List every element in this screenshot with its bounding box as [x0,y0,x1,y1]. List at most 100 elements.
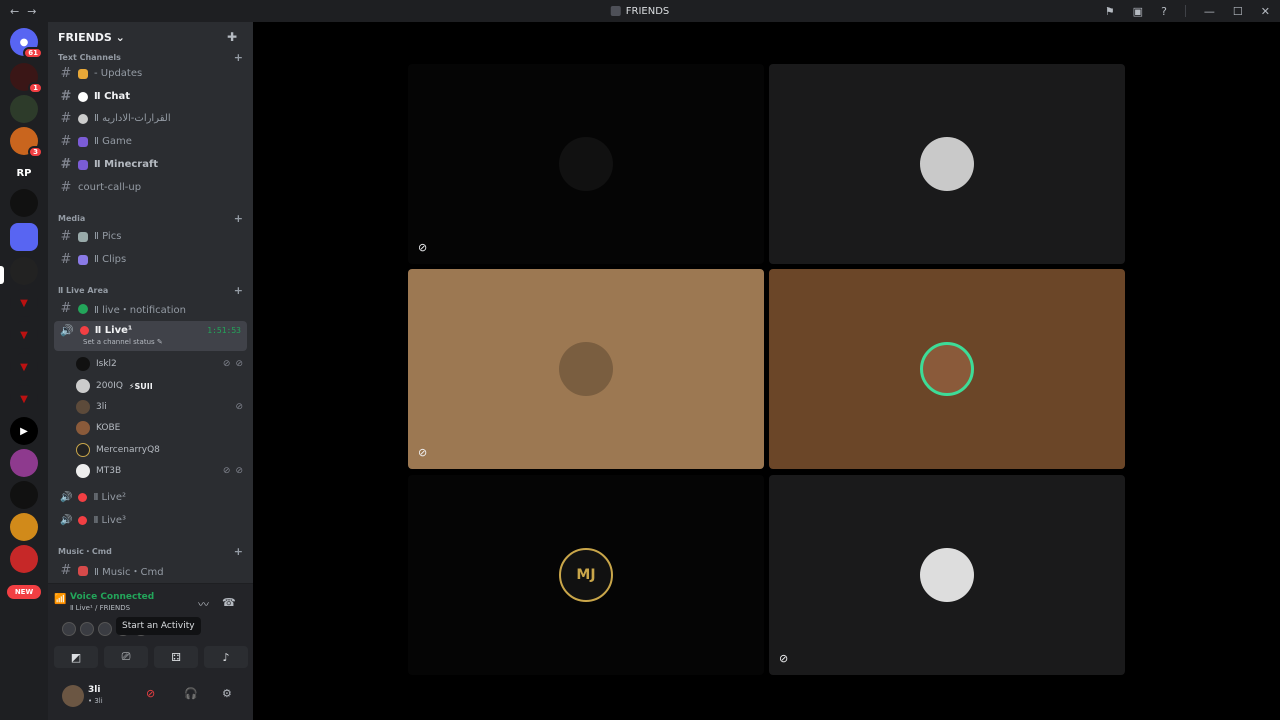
server-icon[interactable] [10,257,38,285]
help-icon[interactable]: ? [1161,5,1167,18]
divider [1184,5,1186,17]
server-icon[interactable]: 3 [10,127,43,158]
server-folder[interactable] [10,223,38,251]
gamepad-icon [78,136,88,147]
red-dot-icon [79,326,89,335]
server-icon[interactable]: 1 [10,63,43,94]
music-icon [78,565,88,576]
channel-decisions[interactable]: # Ⅱ القرارات-الاداريه [54,108,247,129]
settings-icon[interactable]: ⚙ [222,687,232,700]
muted-mic-icon: ⊘ [222,359,231,369]
hash-icon: # [60,66,72,81]
hash-icon: # [60,563,72,578]
participant-tile[interactable]: ⊘ [769,475,1125,675]
channel-chat[interactable]: # Ⅱ Chat [54,86,247,107]
hash-icon: # [60,134,72,149]
image-icon [78,231,88,242]
mute-mic-icon[interactable]: ⊘ [146,687,155,700]
voice-member[interactable]: MT3B ⊘ ⊘ [76,461,243,481]
muted-mic-icon: ⊘ [418,446,428,459]
server-icon[interactable] [10,545,38,573]
participant-tile[interactable] [769,64,1125,264]
server-icon[interactable]: ▼ [10,353,38,381]
speaker-icon: 🔊 [60,492,73,503]
headphones-icon[interactable]: 🎧 [184,687,198,700]
participant-tile[interactable]: ⊘ [408,269,764,469]
minimize-button[interactable]: — [1204,5,1215,18]
channel-music-cmd[interactable]: # Ⅱ Music・Cmd [54,560,247,581]
voice-member[interactable]: MercenarryQ8 [76,440,243,460]
add-channel-icon[interactable]: + [234,212,243,225]
voice-channel-live2[interactable]: 🔊 Ⅱ Live² [54,487,247,508]
channel-court[interactable]: # court-call-up [54,177,247,198]
voice-channel-live1[interactable]: 🔊 Ⅱ Live¹ 1:51:53 Set a channel status ✎ [54,321,247,351]
avatar [80,622,94,636]
avatar[interactable] [62,685,84,707]
server-icon[interactable]: ▼ [10,385,38,413]
forward-icon[interactable]: → [27,5,36,18]
server-icon[interactable] [10,449,38,477]
voice-member[interactable]: Iskl2 ⊘ ⊘ [76,354,243,374]
voice-member[interactable]: 3li ⊘ [76,397,243,417]
home-button[interactable]: ● 61 [10,28,43,59]
channel-clips[interactable]: # Ⅱ Clips [54,249,247,270]
close-button[interactable]: ✕ [1261,5,1270,18]
speech-icon [78,113,88,124]
participant-avatar [920,548,974,602]
server-icon[interactable]: ▶ [10,417,38,445]
new-badge: NEW [7,585,41,599]
screen-icon[interactable]: ▣ [1133,5,1143,18]
back-icon[interactable]: ← [10,5,19,18]
participant-tile[interactable] [769,269,1125,469]
server-icon[interactable] [10,189,38,217]
add-channel-icon[interactable]: + [234,284,243,297]
category-live[interactable]: Ⅱ Live Area + [58,283,243,297]
server-icon[interactable]: ▼ [10,289,38,317]
inbox-icon[interactable]: ⚑ [1105,5,1115,18]
server-icon[interactable] [10,481,38,509]
noise-suppression-icon[interactable]: 〰 [198,596,209,612]
channel-status[interactable]: Set a channel status ✎ [54,338,247,346]
category-text[interactable]: Text Channels + [58,50,243,64]
camera-off-icon: ◩ [70,650,82,664]
add-channel-icon[interactable]: + [234,545,243,558]
voice-channel-live3[interactable]: 🔊 Ⅱ Live³ [54,510,247,531]
voice-timer: 1:51:53 [207,326,241,335]
username[interactable]: 3li [88,685,100,695]
server-icon[interactable] [10,513,38,541]
screenshare-button[interactable]: ⎚ [104,646,148,668]
soundboard-button[interactable]: ♪ [204,646,248,668]
hash-icon: # [60,301,72,316]
server-icon[interactable]: ▼ [10,321,38,349]
channel-minecraft[interactable]: # Ⅱ Minecraft [54,154,247,175]
hash-icon: # [60,89,72,104]
voice-member[interactable]: 200IQ ⚡SUII [76,376,243,396]
maximize-button[interactable]: ☐ [1233,5,1243,18]
disconnect-icon[interactable]: ☎ [222,596,236,609]
server-rp[interactable]: RP [10,159,38,187]
camera-button[interactable]: ◩ [54,646,98,668]
channel-game[interactable]: # Ⅱ Game [54,131,247,152]
category-music[interactable]: Music・Cmd + [58,544,243,558]
voice-status[interactable]: Voice Connected [70,592,154,602]
add-friend-icon[interactable]: ✚ [227,30,241,44]
channel-live-notification[interactable]: # Ⅱ live・notification [54,298,247,319]
voice-location[interactable]: Ⅱ Live¹ / FRIENDS [70,604,130,612]
participant-tile[interactable]: MJ [408,475,764,675]
server-header[interactable]: FRIENDS ⌄ ✚ [48,22,253,52]
add-channel-icon[interactable]: + [234,51,243,64]
deafened-icon: ⊘ [235,466,243,476]
mention-badge: 1 [28,82,43,94]
participant-tile[interactable]: ⊘ [408,64,764,264]
channel-updates[interactable]: # - Updates [54,63,247,84]
signal-icon: 📶 [54,594,67,605]
category-media[interactable]: Media + [58,211,243,225]
voice-member[interactable]: KOBE [76,418,243,438]
window-title: FRIENDS [610,6,669,17]
speaker-icon: 🔊 [60,324,74,337]
channel-pics[interactable]: # Ⅱ Pics [54,226,247,247]
server-icon[interactable] [10,95,38,123]
activity-button[interactable]: ⚃ [154,646,198,668]
participant-avatar [559,137,613,191]
red-dot-icon [78,516,88,525]
